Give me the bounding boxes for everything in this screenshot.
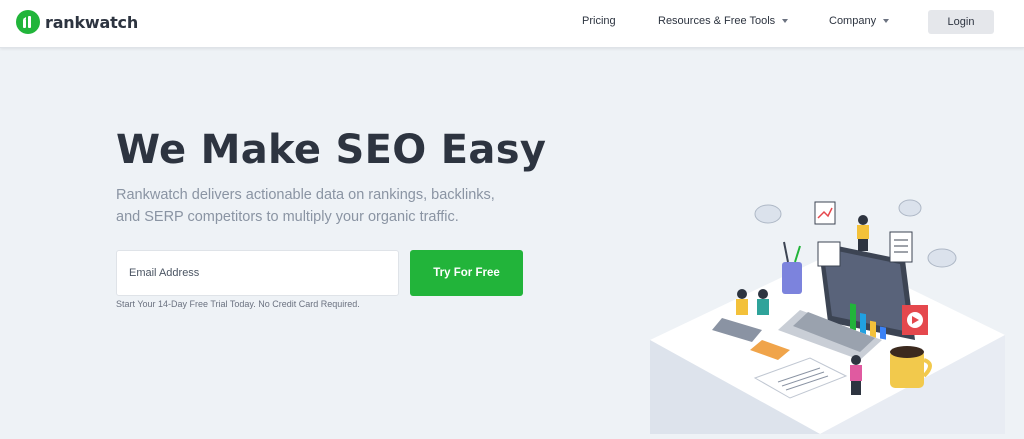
hero-subtitle: Rankwatch delivers actionable data on ra… [116, 187, 495, 225]
chevron-down-icon [883, 19, 890, 23]
free-trial-note: Start Your 14-Day Free Trial Today. No C… [116, 299, 360, 309]
try-for-free-button[interactable]: Try For Free [410, 250, 523, 296]
login-button[interactable]: Login [928, 10, 994, 34]
chevron-down-icon [782, 19, 789, 23]
rankwatch-logo[interactable]: rankwatch [16, 9, 138, 35]
top-navbar: rankwatch Pricing Resources & Free Tools… [0, 0, 1024, 48]
seo-workspace-illustration [650, 190, 1024, 434]
nav-company[interactable]: Company [829, 15, 890, 27]
email-address-input[interactable] [116, 250, 399, 296]
hero-title: We Make SEO Easy [116, 127, 547, 173]
nav-company-label: Company [829, 15, 877, 27]
rankwatch-logo-icon [16, 10, 40, 34]
nav-pricing[interactable]: Pricing [582, 15, 616, 27]
nav-resources-free-tools[interactable]: Resources & Free Tools [658, 15, 789, 27]
nav-pricing-label: Pricing [582, 15, 616, 27]
nav-resources-label: Resources & Free Tools [658, 15, 776, 27]
brand-name: rankwatch [45, 12, 139, 32]
